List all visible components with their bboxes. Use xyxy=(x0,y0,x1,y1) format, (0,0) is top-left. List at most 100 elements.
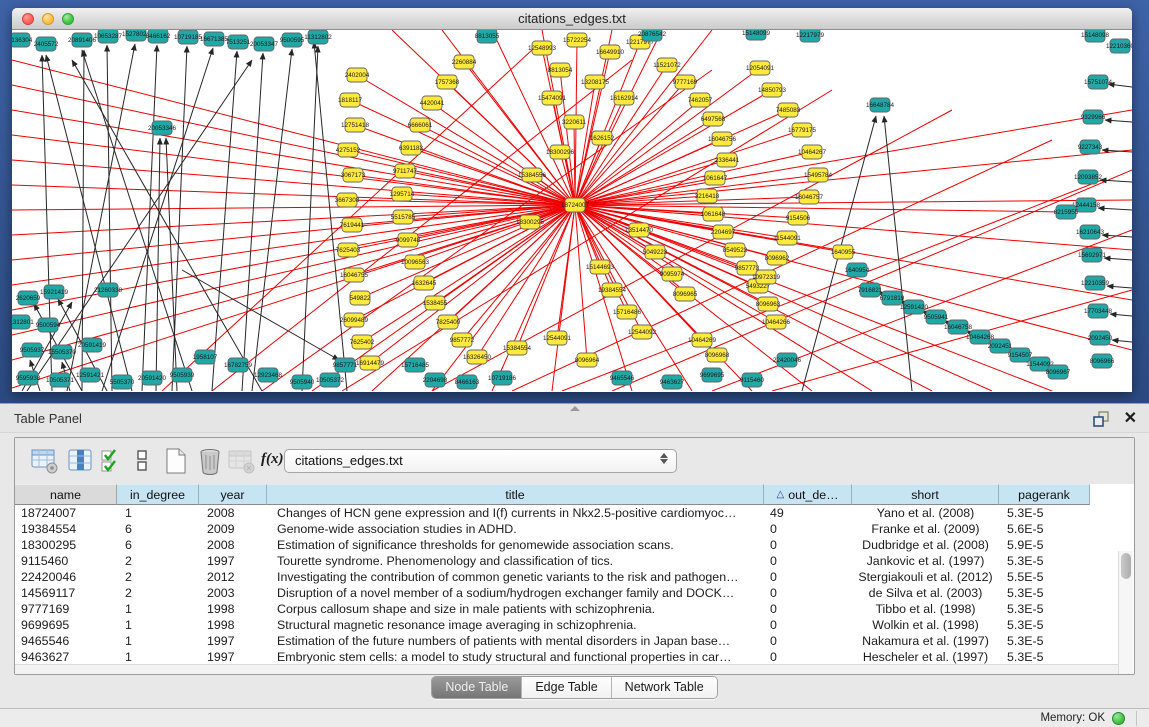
column-header-in_degree[interactable]: in_degree xyxy=(117,484,199,505)
table-cell[interactable]: 5.5E-5 xyxy=(999,569,1090,585)
table-cell[interactable]: 5.6E-5 xyxy=(999,521,1090,537)
graph-edge[interactable] xyxy=(1112,340,1132,342)
table-cell[interactable]: Yano et al. (2008) xyxy=(852,505,999,521)
column-header-short[interactable]: short xyxy=(852,484,999,505)
table-cell[interactable]: Corpus callosum shape and size in male p… xyxy=(267,601,764,617)
show-columns-icon[interactable] xyxy=(67,447,95,475)
column-header-year[interactable]: year xyxy=(199,484,267,505)
network-window-titlebar[interactable]: citations_edges.txt xyxy=(12,8,1132,30)
table-cell[interactable]: 9115460 xyxy=(15,553,117,569)
graph-edge[interactable] xyxy=(574,122,575,205)
table-cell[interactable]: 1 xyxy=(117,505,199,521)
table-cell[interactable]: 9465546 xyxy=(15,633,117,649)
table-cell[interactable]: 1 xyxy=(117,601,199,617)
select-all-icon[interactable] xyxy=(99,447,127,475)
table-cell[interactable]: 2009 xyxy=(199,521,267,537)
function-builder-icon[interactable]: f(x) xyxy=(261,451,284,468)
table-cell[interactable]: 19384554 xyxy=(15,521,117,537)
graph-edge[interactable] xyxy=(12,60,575,205)
graph-edge[interactable] xyxy=(612,170,1132,391)
table-cell[interactable]: Embryonic stem cells: a model to study s… xyxy=(267,649,764,665)
table-cell[interactable]: 2 xyxy=(117,553,199,569)
graph-edge[interactable] xyxy=(27,60,252,391)
table-cell[interactable]: 18724007 xyxy=(15,505,117,521)
table-cell[interactable]: 1997 xyxy=(199,553,267,569)
table-cell[interactable]: 0 xyxy=(764,617,852,633)
table-selector-dropdown[interactable]: citations_edges.txt xyxy=(284,449,677,473)
table-cell[interactable]: 0 xyxy=(764,521,852,537)
graph-edge[interactable] xyxy=(772,290,1132,391)
new-column-icon[interactable] xyxy=(162,447,190,475)
table-cell[interactable]: Estimation of the future numbers of pati… xyxy=(267,633,764,649)
merge-rows-icon[interactable] xyxy=(128,447,156,475)
network-canvas[interactable]: 1872400724020041818117127514184275152306… xyxy=(12,30,1132,391)
table-cell[interactable]: 0 xyxy=(764,585,852,601)
table-cell[interactable]: Dudbridge et al. (2008) xyxy=(852,537,999,553)
column-header-name[interactable]: name xyxy=(15,484,117,505)
table-cell[interactable]: Changes of HCN gene expression and I(f) … xyxy=(267,505,764,521)
table-cell[interactable]: 2 xyxy=(117,585,199,601)
table-cell[interactable]: Investigating the contribution of common… xyxy=(267,569,764,585)
table-cell[interactable]: Tibbo et al. (1998) xyxy=(852,601,999,617)
table-cell[interactable]: Hescheler et al. (1997) xyxy=(852,649,999,665)
scrollbar-thumb[interactable] xyxy=(1121,553,1131,579)
table-cell[interactable]: 0 xyxy=(764,553,852,569)
table-cell[interactable]: 2012 xyxy=(199,569,267,585)
graph-edge[interactable] xyxy=(182,270,339,360)
close-window-button[interactable] xyxy=(22,13,34,25)
table-horizontal-scrollbar[interactable] xyxy=(15,664,1118,674)
table-cell[interactable]: Wolkin et al. (1998) xyxy=(852,617,999,633)
table-cell[interactable]: 14569117 xyxy=(15,585,117,601)
table-cell[interactable]: 5.3E-5 xyxy=(999,617,1090,633)
tab-node-table[interactable]: Node Table xyxy=(432,677,521,698)
table-vertical-scrollbar[interactable] xyxy=(1118,551,1133,674)
column-header-out_de[interactable]: △out_de… xyxy=(764,484,852,505)
table-cell[interactable]: 22420046 xyxy=(15,569,117,585)
table-cell[interactable]: 2008 xyxy=(199,537,267,553)
memory-status-icon[interactable] xyxy=(1112,712,1125,725)
minimize-window-button[interactable] xyxy=(42,13,54,25)
table-cell[interactable]: 1 xyxy=(117,649,199,665)
graph-edge[interactable] xyxy=(1098,208,1132,210)
table-cell[interactable]: 18300295 xyxy=(15,537,117,553)
float-window-icon[interactable] xyxy=(1092,410,1110,428)
table-cell[interactable]: 5.9E-5 xyxy=(999,537,1090,553)
table-cell[interactable]: 0 xyxy=(764,649,852,665)
table-cell[interactable]: Disruption of a novel member of a sodium… xyxy=(267,585,764,601)
delete-column-icon[interactable] xyxy=(196,447,224,475)
graph-edge[interactable] xyxy=(12,205,575,310)
table-cell[interactable]: 2 xyxy=(117,569,199,585)
graph-edge[interactable] xyxy=(1104,258,1132,260)
zoom-window-button[interactable] xyxy=(62,13,74,25)
table-cell[interactable]: 49 xyxy=(764,505,852,521)
table-cell[interactable]: 9699695 xyxy=(15,617,117,633)
table-cell[interactable]: 9463627 xyxy=(15,649,117,665)
table-cell[interactable]: 6 xyxy=(117,521,199,537)
table-cell[interactable]: 2008 xyxy=(199,505,267,521)
close-panel-icon[interactable]: ✕ xyxy=(1124,409,1137,429)
panel-resize-grip[interactable] xyxy=(570,406,580,411)
table-cell[interactable]: 5.3E-5 xyxy=(999,505,1090,521)
graph-edge[interactable] xyxy=(420,125,575,205)
table-cell[interactable]: 5.3E-5 xyxy=(999,553,1090,569)
table-cell[interactable]: 6 xyxy=(117,537,199,553)
table-cell[interactable]: 0 xyxy=(764,537,852,553)
graph-edge[interactable] xyxy=(464,62,575,205)
table-cell[interactable]: 1 xyxy=(117,617,199,633)
graph-edge[interactable] xyxy=(107,45,112,391)
column-header-title[interactable]: title xyxy=(267,484,764,505)
table-cell[interactable]: Structural magnetic resonance image aver… xyxy=(267,617,764,633)
graph-edge[interactable] xyxy=(12,205,575,285)
table-cell[interactable]: Stergiakouli et al. (2012) xyxy=(852,569,999,585)
graph-edge[interactable] xyxy=(12,160,575,205)
tab-edge-table[interactable]: Edge Table xyxy=(521,677,610,698)
graph-edge[interactable] xyxy=(1105,120,1132,122)
table-cell[interactable]: 5.3E-5 xyxy=(999,601,1090,617)
table-cell[interactable]: 5.3E-5 xyxy=(999,649,1090,665)
table-cell[interactable]: 0 xyxy=(764,601,852,617)
table-cell[interactable]: 1997 xyxy=(199,649,267,665)
table-cell[interactable]: 0 xyxy=(764,633,852,649)
table-cell[interactable]: 5.3E-5 xyxy=(999,585,1090,601)
tab-network-table[interactable]: Network Table xyxy=(611,677,717,698)
table-cell[interactable]: 1998 xyxy=(199,617,267,633)
